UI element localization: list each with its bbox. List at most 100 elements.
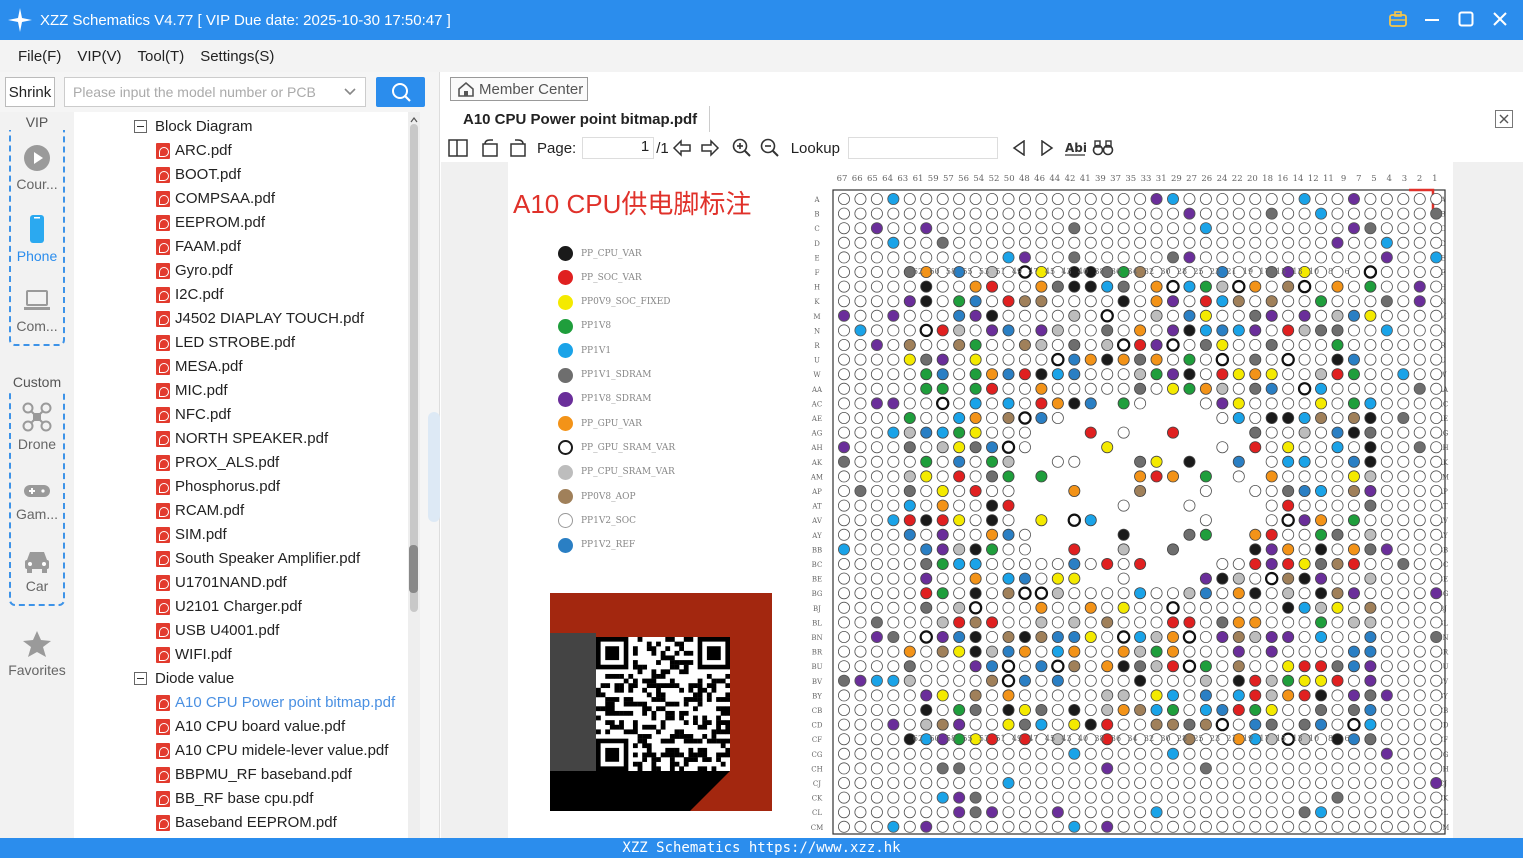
rotate-right-button[interactable]	[507, 137, 529, 159]
rail-item-courses[interactable]: Cour...	[0, 144, 74, 192]
legend-swatch	[558, 270, 573, 286]
tree-file-item[interactable]: MIC.pdf	[156, 382, 228, 399]
tree-file-item[interactable]: RCAM.pdf	[156, 502, 244, 519]
pdf-file-icon	[156, 694, 170, 711]
sidebar-toggle-button[interactable]	[447, 137, 469, 159]
page-number-input[interactable]: 1	[582, 137, 655, 159]
tree-file-item[interactable]: South Speaker Amplifier.pdf	[156, 550, 360, 567]
legend-label: PP1V1	[581, 345, 612, 356]
svg-text:54: 54	[973, 174, 984, 184]
rail-item-drone[interactable]: Drone	[0, 402, 74, 452]
tree-file-label: I2C.pdf	[175, 286, 224, 303]
match-case-icon: Abi	[1064, 141, 1086, 156]
panel-splitter[interactable]	[428, 412, 440, 522]
search-input[interactable]	[73, 84, 333, 100]
chevron-down-icon[interactable]	[343, 84, 357, 101]
tree-file-item[interactable]: EEPROM.pdf	[156, 214, 265, 231]
pdf-viewer[interactable]: A10 CPU供电脚标注 PP_CPU_VAR PP_SOC_VAR PP0V9_S…	[441, 162, 1523, 838]
document-title: A10 CPU供电脚标注	[513, 189, 752, 219]
lookup-input[interactable]	[847, 137, 998, 159]
tree-file-item[interactable]: ARC.pdf	[156, 142, 232, 159]
tree-file-item[interactable]: A10 CPU board value.pdf	[156, 718, 345, 735]
triangle-left-icon	[1012, 140, 1025, 156]
close-window-button[interactable]	[1489, 8, 1511, 30]
scrollbar-thumb[interactable]	[409, 545, 418, 593]
zoom-in-button[interactable]	[731, 137, 753, 159]
tree-file-item[interactable]: USB U4001.pdf	[156, 622, 279, 639]
svg-text:13: 13	[1292, 267, 1302, 276]
rail-item-favorites[interactable]: Favorites	[0, 630, 74, 678]
svg-text:CK: CK	[812, 795, 823, 803]
find-all-button[interactable]	[1092, 137, 1114, 159]
tree-file-item[interactable]: U2101 Charger.pdf	[156, 598, 302, 615]
match-case-button[interactable]: Abi	[1064, 137, 1086, 159]
pdf-file-icon	[156, 310, 170, 327]
rotate-left-button[interactable]	[479, 137, 501, 159]
arrow-left-icon	[672, 139, 691, 157]
search-button[interactable]	[376, 77, 425, 107]
next-page-button[interactable]	[699, 137, 721, 159]
collapse-icon[interactable]	[134, 120, 147, 133]
legend-label: PP_SOC_VAR	[581, 272, 642, 283]
svg-text:W: W	[813, 371, 821, 379]
tree-file-item[interactable]: BBPMU_RF baseband.pdf	[156, 766, 352, 783]
member-center-button[interactable]: Member Center	[450, 77, 588, 101]
collapse-icon[interactable]	[134, 672, 147, 685]
rail-item-car[interactable]: Car	[0, 548, 74, 594]
rail-item-game[interactable]: Gam...	[0, 480, 74, 522]
tree-file-item[interactable]: A10 CPU Power point bitmap.pdf	[156, 694, 395, 711]
prev-page-button[interactable]	[671, 137, 693, 159]
menu-file[interactable]: File(F)	[18, 48, 61, 65]
svg-text:30: 30	[1160, 267, 1170, 276]
tree-folder[interactable]: Block Diagram	[134, 118, 253, 135]
zoom-out-button[interactable]	[759, 137, 781, 159]
tree-file-item[interactable]: SIM.pdf	[156, 526, 227, 543]
tree-file-item[interactable]: COMPSAA.pdf	[156, 190, 275, 207]
svg-text:BJ: BJ	[813, 605, 821, 613]
pdf-file-icon	[156, 718, 170, 735]
legend-label: PP_GPU_VAR	[581, 418, 642, 429]
svg-text:3: 3	[1402, 174, 1407, 184]
search-field[interactable]	[64, 77, 366, 107]
tree-file-label: J4502 DIAPLAY TOUCH.pdf	[175, 310, 364, 327]
tree-file-item[interactable]: BB_RF base cpu.pdf	[156, 790, 313, 807]
document-tab[interactable]: A10 CPU Power point bitmap.pdf	[451, 106, 711, 132]
rail-item-phone[interactable]: Phone	[0, 214, 74, 264]
svg-text:CD: CD	[812, 722, 823, 730]
tree-scrollbar[interactable]	[408, 112, 420, 838]
svg-text:33: 33	[1141, 174, 1152, 184]
tree-file-item[interactable]: Gyro.pdf	[156, 262, 233, 279]
tree-file-item[interactable]: Baseband EEPROM.pdf	[156, 814, 337, 831]
minimize-button[interactable]	[1421, 8, 1443, 30]
tree-file-item[interactable]: PROX_ALS.pdf	[156, 454, 279, 471]
shrink-button[interactable]: Shrink	[5, 77, 55, 107]
close-tab-button[interactable]	[1495, 110, 1513, 128]
svg-text:18: 18	[1262, 174, 1273, 184]
tree-file-item[interactable]: U1701NAND.pdf	[156, 574, 287, 591]
tree-file-item[interactable]: NFC.pdf	[156, 406, 231, 423]
svg-text:55: 55	[962, 267, 972, 276]
briefcase-icon[interactable]	[1387, 8, 1409, 30]
menu-settings[interactable]: Settings(S)	[200, 48, 274, 65]
rail-item-computer[interactable]: Com...	[0, 288, 74, 334]
tree-file-item[interactable]: A10 CPU midele-lever value.pdf	[156, 742, 388, 759]
tree-file-item[interactable]: WIFI.pdf	[156, 646, 232, 663]
menu-vip[interactable]: VIP(V)	[77, 48, 121, 65]
svg-text:BY: BY	[812, 692, 822, 700]
tree-file-item[interactable]: FAAM.pdf	[156, 238, 241, 255]
tree-file-item[interactable]: I2C.pdf	[156, 286, 223, 303]
find-prev-button[interactable]	[1008, 137, 1030, 159]
tree-file-item[interactable]: Phosphorus.pdf	[156, 478, 280, 495]
tree-folder[interactable]: Diode value	[134, 670, 234, 687]
tree-file-item[interactable]: BOOT.pdf	[156, 166, 241, 183]
menu-tool[interactable]: Tool(T)	[138, 48, 185, 65]
tree-file-item[interactable]: J4502 DIAPLAY TOUCH.pdf	[156, 310, 364, 327]
tree-file-item[interactable]: LED STROBE.pdf	[156, 334, 295, 351]
svg-text:BU: BU	[811, 663, 822, 671]
maximize-button[interactable]	[1455, 8, 1477, 30]
svg-text:AP: AP	[811, 488, 822, 496]
svg-text:62: 62	[913, 267, 923, 276]
tree-file-item[interactable]: MESA.pdf	[156, 358, 243, 375]
find-next-button[interactable]	[1036, 137, 1058, 159]
tree-file-item[interactable]: NORTH SPEAKER.pdf	[156, 430, 328, 447]
